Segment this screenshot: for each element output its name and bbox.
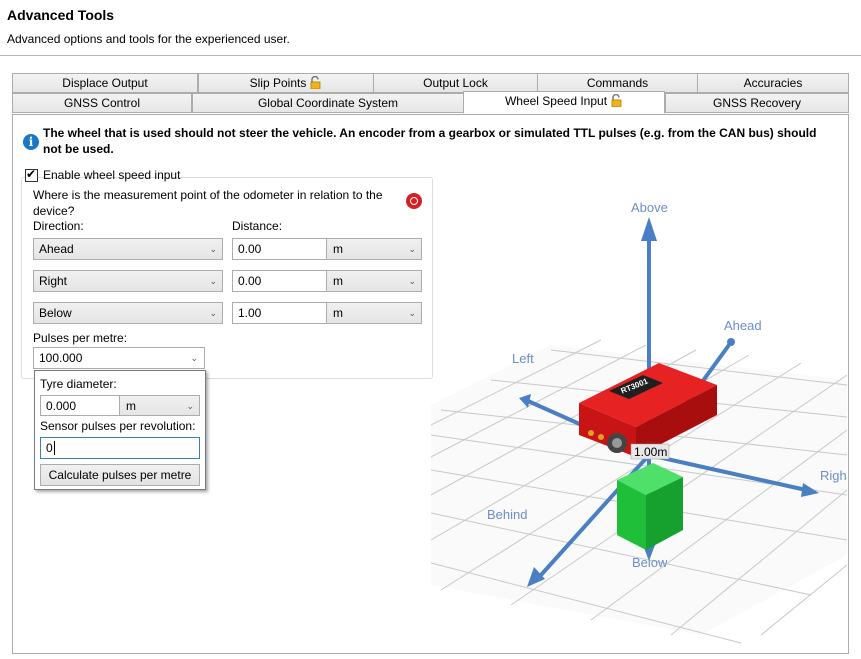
direction-select-3[interactable]: Below ⌄ [33,302,223,324]
tab-global-coordinate-system[interactable]: Global Coordinate System [192,93,464,113]
direction-select-2[interactable]: Right ⌄ [33,270,223,292]
tab-label: Wheel Speed Input [504,94,608,108]
checkbox-checked-icon[interactable] [25,167,38,182]
lifebuoy-help-icon[interactable] [406,193,422,209]
direction-select-1[interactable]: Ahead ⌄ [33,238,223,260]
unit-value: m [333,242,343,256]
calculate-pulses-button[interactable]: Calculate pulses per metre [40,464,200,486]
enable-wheel-speed-checkbox[interactable]: Enable wheel speed input [25,167,180,183]
tab-displace-output[interactable]: Displace Output [12,73,198,93]
lock-icon [309,75,322,94]
arrow-above-icon [641,217,657,241]
direction-value: Ahead [39,242,74,256]
unit-value: m [333,274,343,288]
tab-slip-points[interactable]: Slip Points [198,73,374,93]
unit-value: m [126,399,136,413]
chevron-down-icon: ⌄ [408,244,416,254]
axis-label-ahead: Ahead [724,318,762,333]
tab-accuracies[interactable]: Accuracies [697,73,849,93]
axis-label-behind: Behind [487,507,527,522]
pulses-value: 100.000 [39,351,83,365]
unit-select-3[interactable]: m ⌄ [326,302,422,324]
tab-wheel-speed-input[interactable]: Wheel Speed Input [463,91,665,114]
tab-label: Accuracies [743,76,803,90]
axis-label-left: Left [512,351,534,366]
tyre-diameter-input[interactable]: 0.000 [40,395,120,416]
tab-strip: Displace Output Slip Points Output Lock … [12,73,849,115]
odometer-question: Where is the measurement point of the od… [33,188,383,218]
arrow-ahead-icon [727,338,735,346]
lock-icon [610,93,623,112]
chevron-down-icon: ⌄ [190,353,198,363]
chevron-down-icon: ⌄ [186,401,194,411]
chevron-down-icon: ⌄ [209,244,217,254]
distance-value: 0.00 [238,274,262,288]
tab-label: GNSS Control [63,96,141,110]
tab-label: Output Lock [423,76,488,90]
distance-input-2[interactable]: 0.00 [232,270,327,292]
direction-value: Below [39,306,72,320]
pulses-per-metre-combo[interactable]: 100.000 ⌄ [33,347,205,369]
pulses-per-metre-label: Pulses per metre: [33,331,128,345]
info-icon: i [23,134,39,150]
chevron-down-icon: ⌄ [209,276,217,286]
tab-output-lock[interactable]: Output Lock [373,73,538,93]
axis-label-below: Below [632,555,668,570]
direction-label: Direction: [33,219,84,233]
tyre-diameter-value: 0.000 [46,399,77,413]
chevron-down-icon: ⌄ [209,308,217,318]
page-title: Advanced Tools [7,7,115,23]
tyre-unit-select[interactable]: m ⌄ [119,395,200,416]
scene-svg: RT3001 1.00m Above Ahead Left Right Behi… [430,200,851,644]
tab-label: Global Coordinate System [257,96,399,110]
distance-value: 1.00 [238,306,262,320]
sensor-pulses-label: Sensor pulses per revolution: [40,419,196,433]
distance-input-3[interactable]: 1.00 [232,302,327,324]
axis-label-right: Right [820,468,847,483]
distance-value: 0.00 [238,242,262,256]
unit-select-1[interactable]: m ⌄ [326,238,422,260]
page-subtitle: Advanced options and tools for the exper… [7,32,290,46]
sensor-pulses-input[interactable]: 0 [40,437,200,459]
unit-value: m [333,306,343,320]
unit-select-2[interactable]: m ⌄ [326,270,422,292]
direction-value: Right [39,274,68,288]
pulses-calculator-popup: Tyre diameter: 0.000 m ⌄ Sensor pulses pe… [34,370,206,490]
chevron-down-icon: ⌄ [408,308,416,318]
axis-label-above: Above [631,200,668,215]
chevron-down-icon: ⌄ [408,276,416,286]
tab-label: GNSS Recovery [712,96,802,110]
enable-wheel-speed-label: Enable wheel speed input [43,168,181,182]
tyre-diameter-label: Tyre diameter: [40,377,117,391]
tab-commands[interactable]: Commands [537,73,698,93]
orientation-3d-view[interactable]: RT3001 1.00m Above Ahead Left Right Behi… [430,195,851,653]
tab-gnss-recovery[interactable]: GNSS Recovery [665,93,849,113]
tab-label: Slip Points [249,76,307,90]
tab-gnss-control[interactable]: GNSS Control [12,93,192,113]
distance-label: Distance: [232,219,283,233]
sensor-pulses-value: 0 [46,441,53,455]
page-header: Advanced Tools Advanced options and tool… [0,0,861,56]
tab-label: Commands [586,76,649,90]
distance-marker: 1.00m [634,445,667,459]
distance-input-1[interactable]: 0.00 [232,238,327,260]
wheel-speed-panel: i The wheel that is used should not stee… [12,114,851,654]
info-message: The wheel that is used should not steer … [43,126,817,156]
tab-label: Displace Output [62,76,148,90]
